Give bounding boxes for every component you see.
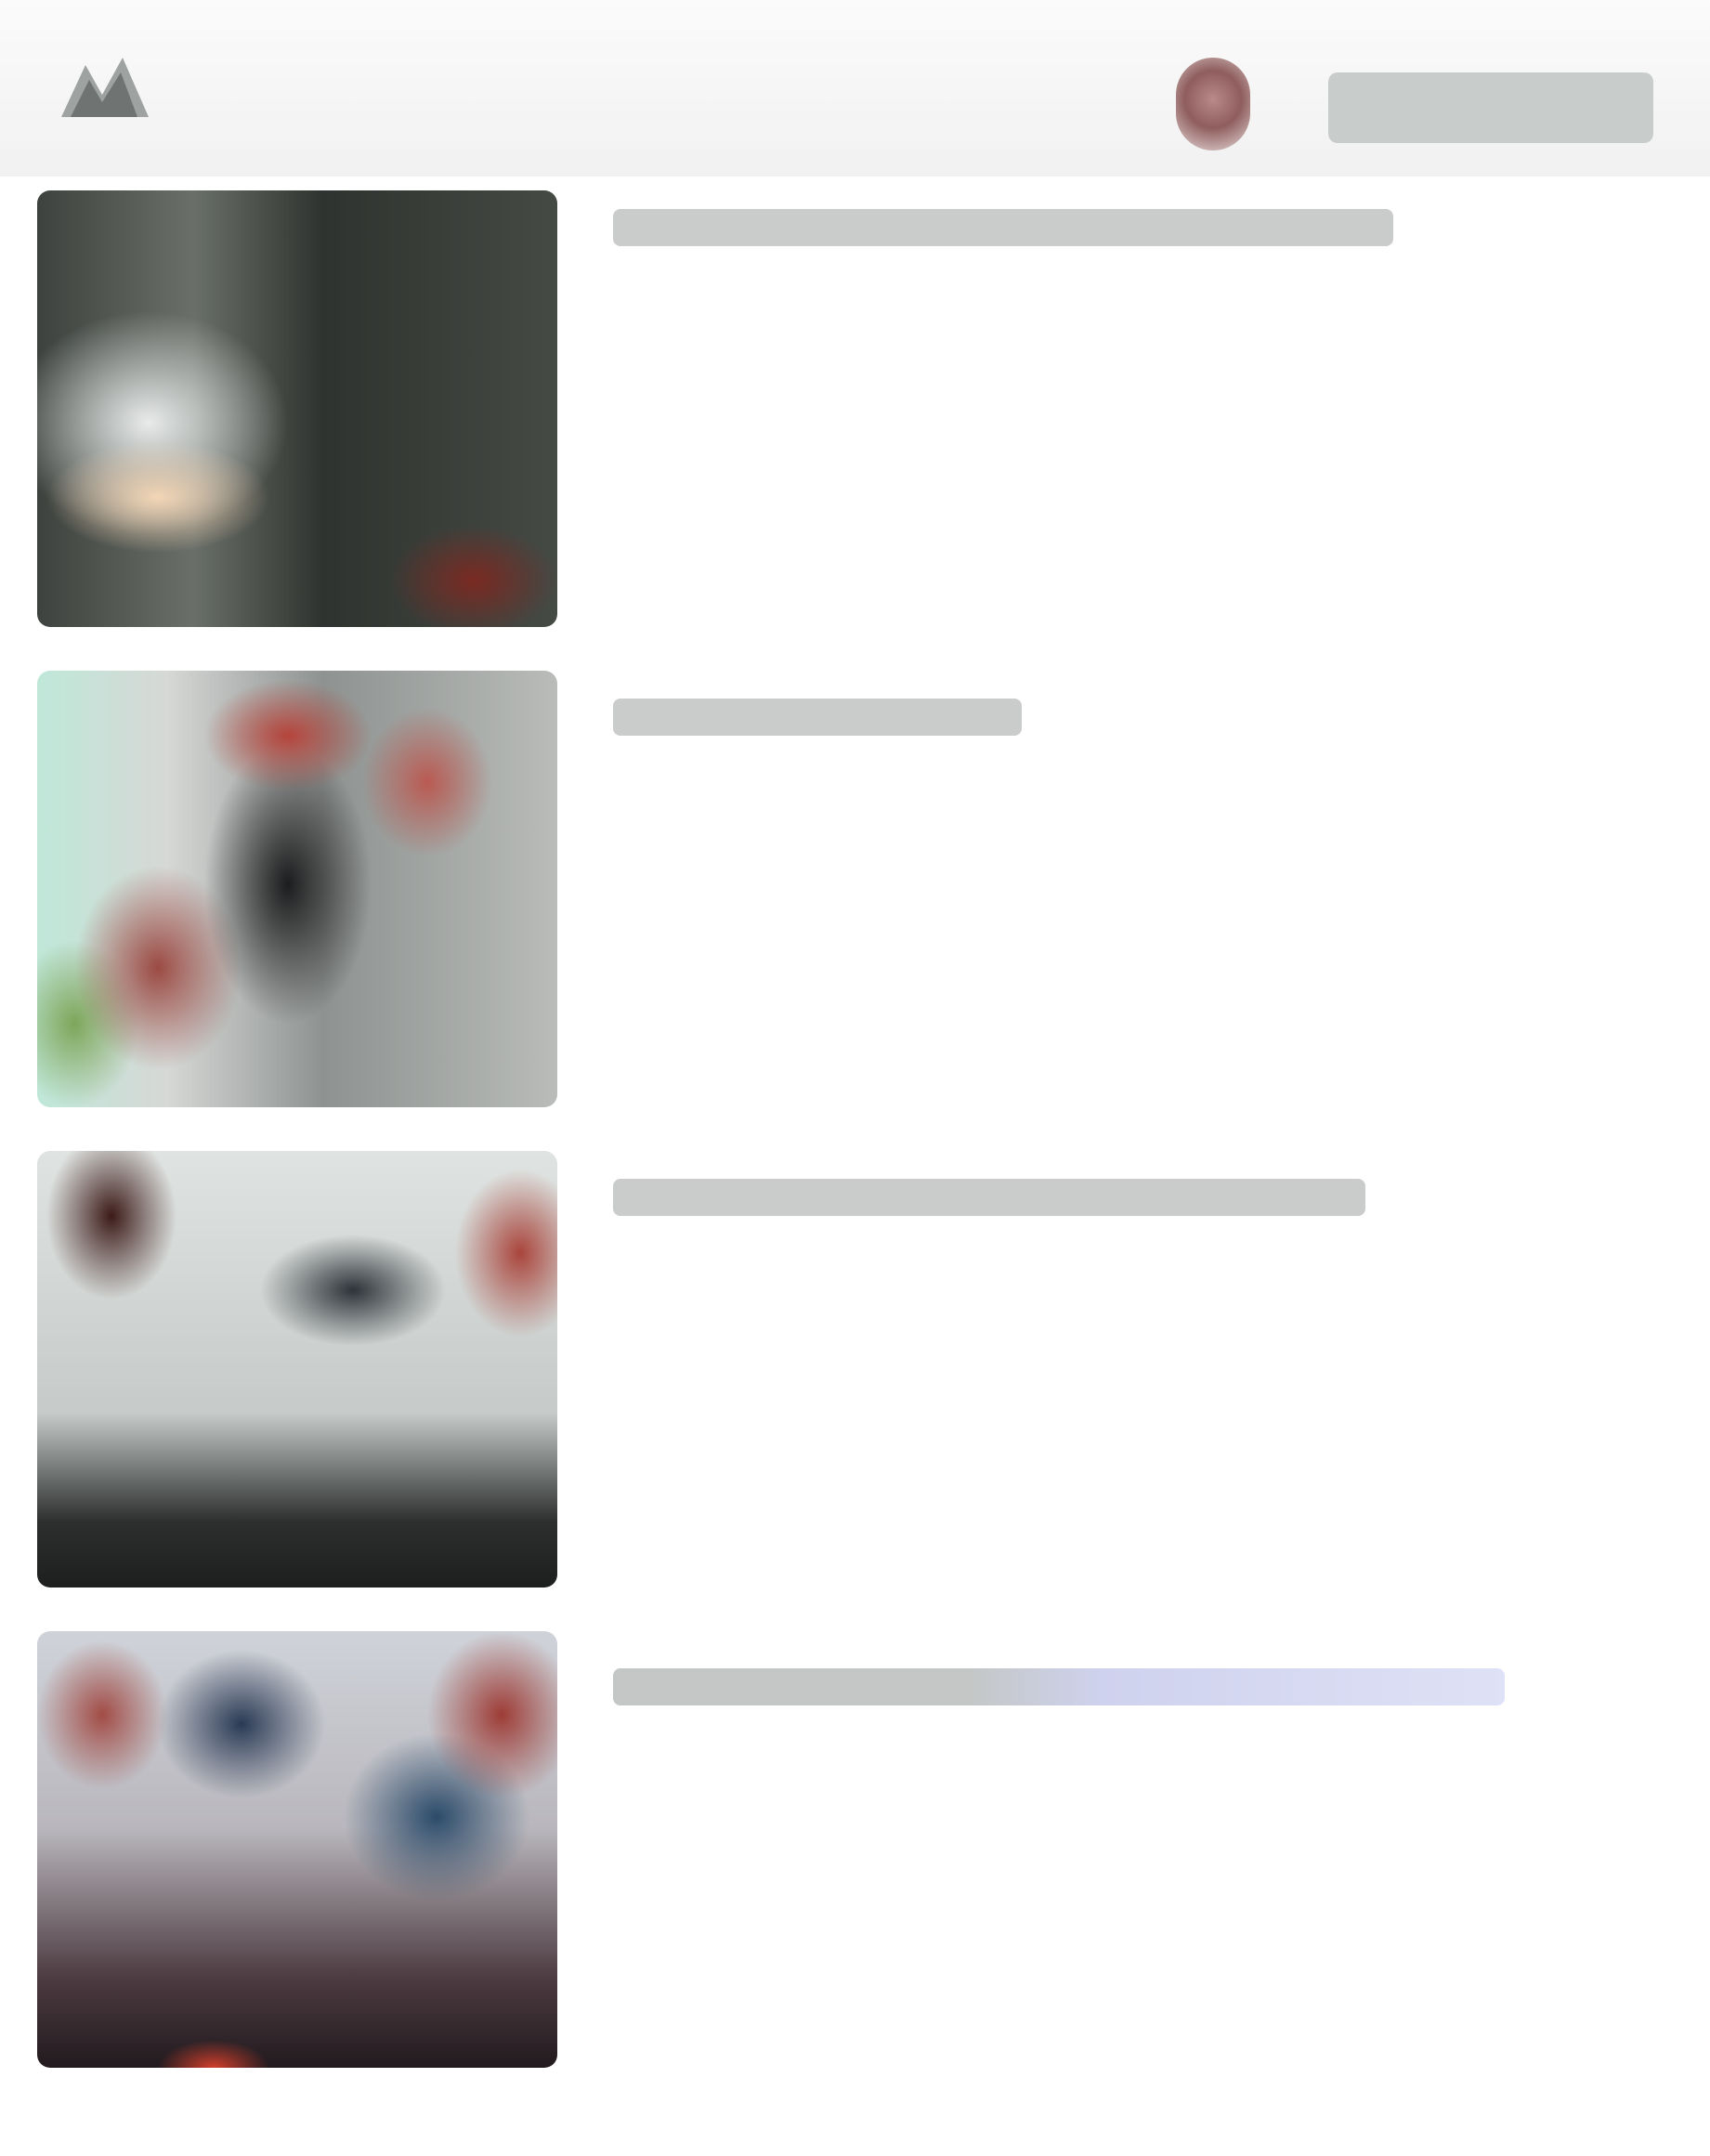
news-thumbnail[interactable] — [37, 1631, 557, 2068]
news-headline[interactable] — [613, 209, 1542, 246]
profile-avatar[interactable] — [1176, 58, 1250, 150]
news-headline[interactable] — [613, 699, 1542, 736]
news-card[interactable] — [37, 190, 1681, 671]
news-card[interactable] — [37, 1631, 1681, 2111]
news-feed — [37, 190, 1681, 2111]
news-thumbnail[interactable] — [37, 190, 557, 627]
headline-text[interactable] — [613, 209, 1393, 246]
news-headline[interactable] — [613, 1179, 1542, 1216]
headline-text[interactable] — [613, 1668, 1505, 1705]
news-headline[interactable] — [613, 1668, 1542, 1705]
headline-text[interactable] — [613, 1179, 1365, 1216]
news-card[interactable] — [37, 671, 1681, 1151]
header-action-button[interactable] — [1328, 72, 1653, 143]
news-thumbnail[interactable] — [37, 1151, 557, 1588]
news-thumbnail[interactable] — [37, 671, 557, 1107]
site-logo-icon[interactable] — [45, 37, 165, 139]
headline-text[interactable] — [613, 699, 1022, 736]
news-card[interactable] — [37, 1151, 1681, 1631]
top-header — [0, 0, 1710, 176]
